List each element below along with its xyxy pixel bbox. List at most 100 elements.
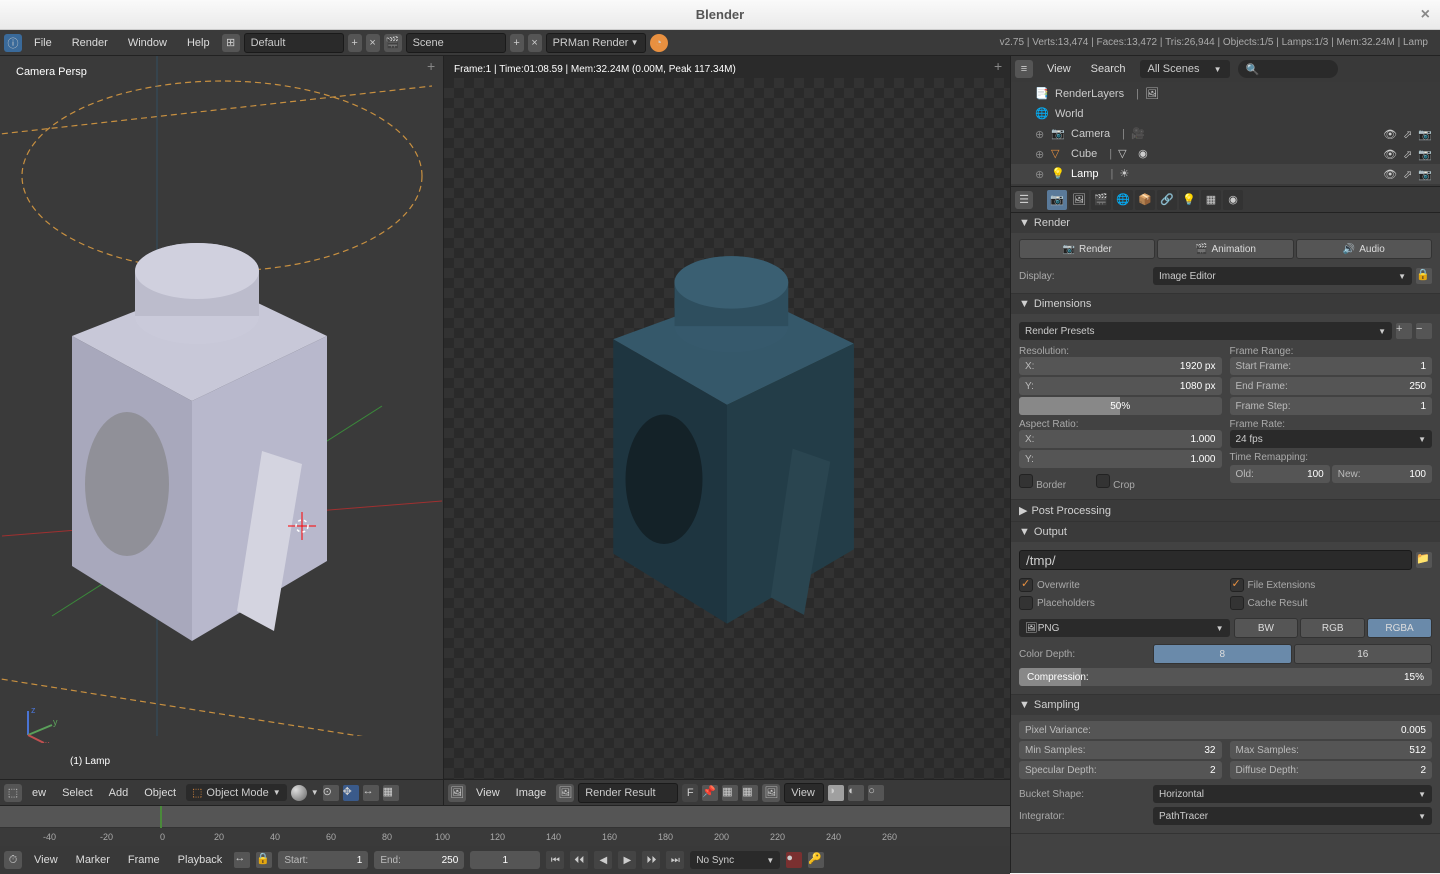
outliner-search-label[interactable]: Search (1085, 61, 1132, 77)
image-datablock-dropdown[interactable]: Render Result (578, 783, 678, 803)
time-old-field[interactable]: Old:100 (1230, 465, 1330, 483)
lock-icon[interactable]: 🔒 (256, 852, 272, 868)
outliner-view[interactable]: View (1041, 61, 1077, 77)
integrator-dropdown[interactable]: PathTracer▼ (1153, 807, 1432, 825)
spec-depth-field[interactable]: Specular Depth:2 (1019, 761, 1222, 779)
panel-output-header[interactable]: ▼ Output (1011, 522, 1440, 542)
image-datablock-icon[interactable]: 🖼 (556, 784, 574, 802)
compression-field[interactable]: Compression:15% (1019, 668, 1432, 686)
aspect-y-field[interactable]: Y:1.000 (1019, 450, 1222, 468)
ie-image[interactable]: Image (510, 785, 553, 801)
area-corner-grip[interactable] (994, 58, 1008, 72)
tree-camera[interactable]: ⊕ 📷 Camera | 🎥 👁 ⬀ 📷 (1011, 124, 1440, 144)
render-icon[interactable]: 📷 (1418, 148, 1432, 161)
tab-texture[interactable]: ▦ (1201, 190, 1221, 210)
jump-start-icon[interactable]: ⏮ (546, 851, 564, 869)
timeline-ruler[interactable]: -40 -20 0 20 40 60 80 100 120 140 160 18… (0, 828, 1010, 846)
diff-depth-field[interactable]: Diffuse Depth:2 (1230, 761, 1433, 779)
lock-interface-icon[interactable]: 🔒 (1416, 268, 1432, 284)
scene-dropdown[interactable]: Scene (406, 33, 506, 53)
colormode-rgba[interactable]: RGBA (1367, 618, 1432, 638)
outliner-display-mode[interactable]: All Scenes▼ (1140, 60, 1230, 78)
info-editor-icon[interactable]: ⓘ (4, 34, 22, 52)
render-presets-dropdown[interactable]: Render Presets▼ (1019, 322, 1392, 340)
audio-button[interactable]: 🔊Audio (1296, 239, 1432, 259)
min-samples-field[interactable]: Min Samples:32 (1019, 741, 1222, 759)
play-reverse-icon[interactable]: ◀ (594, 851, 612, 869)
tree-cube[interactable]: ⊕ ▽ Cube | ▽ ◉ 👁 ⬀ 📷 (1011, 144, 1440, 164)
add-layout-icon[interactable]: + (348, 34, 362, 52)
res-y-field[interactable]: Y:1080 px (1019, 377, 1222, 395)
end-frame-prop[interactable]: End Frame:250 (1230, 377, 1433, 395)
remove-scene-icon[interactable]: × (528, 34, 542, 52)
add-scene-icon[interactable]: + (510, 34, 524, 52)
vh-view[interactable]: ew (26, 785, 52, 801)
render-engine-dropdown[interactable]: PRMan Render▼ (546, 33, 646, 53)
cacheresult-checkbox[interactable] (1230, 596, 1244, 610)
tab-renderlayers[interactable]: 🖼 (1069, 190, 1089, 210)
expand-icon[interactable]: ⊕ (1035, 148, 1045, 161)
layout-dropdown[interactable]: Default (244, 33, 344, 53)
pixel-variance-field[interactable]: Pixel Variance:0.005 (1019, 721, 1432, 739)
editor-type-imageeditor-icon[interactable]: 🖼 (448, 784, 466, 802)
expand-icon[interactable]: ⊕ (1035, 128, 1045, 141)
layers-icon[interactable]: ▦ (383, 785, 399, 801)
editor-type-properties-icon[interactable]: ☰ (1015, 191, 1033, 209)
res-pct-field[interactable]: 50% (1019, 397, 1222, 415)
editor-type-3dview-icon[interactable]: ⬚ (4, 784, 22, 802)
jump-end-icon[interactable]: ⏭ (666, 851, 684, 869)
tl-playback[interactable]: Playback (172, 852, 229, 868)
cursor-icon[interactable]: ⬀ (1403, 168, 1412, 181)
start-frame-prop[interactable]: Start Frame:1 (1230, 357, 1433, 375)
pin-icon[interactable]: 📌 (702, 785, 718, 801)
viewport-render[interactable]: Frame:1 | Time:01:08.59 | Mem:32.24M (0.… (444, 56, 1010, 779)
res-x-field[interactable]: X:1920 px (1019, 357, 1222, 375)
remove-preset-icon[interactable]: − (1416, 323, 1432, 339)
view-mode-dropdown[interactable]: View (784, 783, 824, 803)
border-checkbox[interactable] (1019, 474, 1033, 488)
menu-file[interactable]: File (26, 35, 60, 51)
tree-renderlayers[interactable]: 📑 RenderLayers | 🖼 (1011, 84, 1440, 104)
render-button[interactable]: 📷Render (1019, 239, 1155, 259)
cursor-icon[interactable]: ⬀ (1403, 148, 1412, 161)
format-dropdown[interactable]: 🖼 PNG▼ (1019, 619, 1230, 637)
colormode-rgb[interactable]: RGB (1300, 618, 1365, 638)
render-icon[interactable]: 📷 (1418, 168, 1432, 181)
panel-sampling-header[interactable]: ▼ Sampling (1011, 695, 1440, 715)
close-icon[interactable]: × (1421, 6, 1430, 24)
tab-data[interactable]: 💡 (1179, 190, 1199, 210)
aspect-x-field[interactable]: X:1.000 (1019, 430, 1222, 448)
colordepth-16[interactable]: 16 (1294, 644, 1433, 664)
eye-icon[interactable]: 👁 (1383, 168, 1397, 181)
channel-rgba-icon[interactable]: ◐ (848, 785, 864, 801)
panel-render-header[interactable]: ▼ Render (1011, 213, 1440, 233)
pivot-icon[interactable]: ⊙ (323, 785, 339, 801)
output-path-field[interactable] (1019, 550, 1412, 570)
remove-layout-icon[interactable]: × (366, 34, 380, 52)
vh-add[interactable]: Add (103, 785, 135, 801)
shading-sphere-icon[interactable] (291, 785, 307, 801)
tl-marker[interactable]: Marker (70, 852, 116, 868)
manipulator-translate-icon[interactable]: ↔ (363, 785, 379, 801)
manipulator-icon[interactable]: ✥ (343, 785, 359, 801)
view-mode-icon[interactable]: 🖼 (762, 784, 780, 802)
channel-rgb-icon[interactable]: ◑ (828, 785, 844, 801)
render-icon[interactable]: 📷 (1418, 128, 1432, 141)
range-icon[interactable]: ↔ (234, 852, 250, 868)
viewport-3d[interactable]: Camera Persp (0, 56, 444, 779)
start-frame-field[interactable]: Start: 1 (278, 851, 368, 869)
expand-icon[interactable]: ⊕ (1035, 168, 1045, 181)
slot-icon-2[interactable]: ▦ (742, 785, 758, 801)
overwrite-checkbox[interactable] (1019, 578, 1033, 592)
panel-postproc-header[interactable]: ▶ Post Processing (1011, 500, 1440, 521)
tab-physics[interactable]: ◉ (1223, 190, 1243, 210)
panel-dimensions-header[interactable]: ▼ Dimensions (1011, 294, 1440, 314)
frame-step-prop[interactable]: Frame Step:1 (1230, 397, 1433, 415)
keyframe-next-icon[interactable]: ⏵⏵ (642, 851, 660, 869)
current-frame-field[interactable]: 1 (470, 851, 540, 869)
cursor-icon[interactable]: ⬀ (1403, 128, 1412, 141)
tab-world[interactable]: 🌐 (1113, 190, 1133, 210)
vh-object[interactable]: Object (138, 785, 182, 801)
fileext-checkbox[interactable] (1230, 578, 1244, 592)
editor-type-outliner-icon[interactable]: ≡ (1015, 60, 1033, 78)
